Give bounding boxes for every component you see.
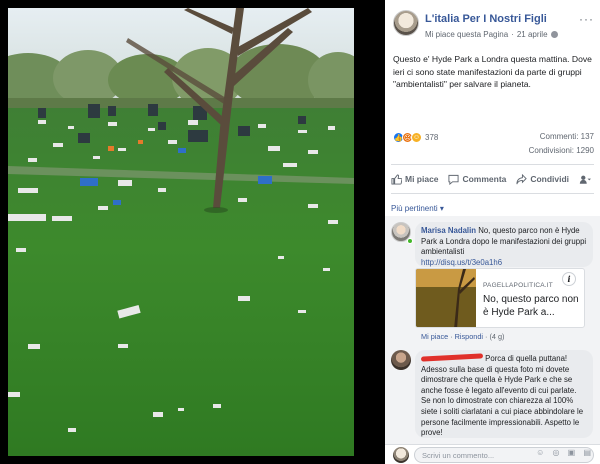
online-status-icon: [407, 238, 413, 244]
comment-link[interactable]: http://disq.us/t/3e0a1h6: [421, 258, 502, 267]
post-photo[interactable]: [0, 0, 385, 464]
comment-text: Porca di quella puttana! Adesso sulla ba…: [421, 354, 584, 438]
page-name[interactable]: L'italia Per I Nostri Figli: [425, 13, 547, 25]
post-panel: L'italia Per I Nostri Figli Mi piace que…: [385, 0, 600, 464]
link-preview-image: [416, 269, 476, 327]
reaction-count: 378: [425, 133, 439, 142]
park-photo: [8, 8, 354, 456]
shares-count[interactable]: Condivisioni: 1290: [529, 146, 594, 155]
like-label: Mi piace: [405, 174, 439, 184]
page-avatar[interactable]: [393, 10, 419, 36]
thumbs-up-icon: [391, 173, 402, 185]
comment-label: Commenta: [462, 174, 507, 184]
link-preview-card[interactable]: PAGELLAPOLITICA.IT No, questo parco non …: [415, 268, 585, 328]
share-label: Condividi: [530, 174, 570, 184]
comment-meta: Mi piace · Rispondi · (4 g): [421, 332, 505, 341]
reactions-summary[interactable]: 👍 ☹ ☺ 378: [393, 132, 438, 143]
comment-like-link[interactable]: Mi piace: [421, 332, 448, 341]
like-button[interactable]: Mi piace: [391, 173, 439, 185]
user-avatar[interactable]: [393, 447, 409, 463]
comment-filter-dropdown[interactable]: Più pertinenti ▾: [385, 194, 600, 216]
comment-icon: [448, 174, 460, 185]
post-text: Questo e' Hyde Park a Londra questa matt…: [393, 54, 592, 89]
globe-icon: [550, 31, 558, 38]
post-header: L'italia Per I Nostri Figli Mi piace que…: [385, 0, 600, 46]
share-icon: [516, 173, 528, 184]
comment-attachment-icons[interactable]: ☺ ◎ ▣ ▤: [536, 448, 594, 457]
comment-reply-link[interactable]: Rispondi: [455, 332, 483, 341]
like-page-link[interactable]: Mi piace questa Pagina: [425, 30, 508, 39]
audience-selector[interactable]: [579, 174, 594, 185]
haha-reaction-icon: ☺: [411, 132, 422, 143]
info-icon[interactable]: i: [562, 272, 576, 286]
comments-count[interactable]: Commenti: 137: [540, 132, 594, 141]
share-button[interactable]: Condividi: [516, 173, 570, 185]
comment-button[interactable]: Commenta: [448, 174, 506, 185]
post-stats: 👍 ☹ ☺ 378 Commenti: 137 Condivisioni: 12…: [385, 128, 600, 164]
comment-bubble: Marisa Nadalin No, questo parco non è Hy…: [415, 222, 593, 267]
link-preview-source: PAGELLAPOLITICA.IT: [483, 282, 553, 289]
comment-author[interactable]: Marisa Nadalin: [421, 226, 476, 235]
write-comment-row: Scrivi un commento... ☺ ◎ ▣ ▤: [385, 444, 600, 464]
action-bar: Mi piace Commenta Condividi: [391, 164, 594, 194]
more-options-icon[interactable]: ···: [579, 12, 594, 26]
link-preview-title: No, questo parco non è Hyde Park a...: [483, 294, 579, 318]
profile-dropdown-icon: [579, 175, 591, 184]
redacted-author-name: [420, 353, 484, 362]
commenter-avatar[interactable]: [391, 350, 411, 370]
comments-section: Marisa Nadalin No, questo parco non è Hy…: [385, 216, 600, 464]
post-date[interactable]: 21 aprile: [517, 30, 548, 39]
post-subline: Mi piace questa Pagina · 21 aprile: [425, 30, 558, 39]
comment-bubble: Porca di quella puttana! Adesso sulla ba…: [415, 350, 593, 438]
comment-time[interactable]: (4 g): [489, 332, 504, 341]
